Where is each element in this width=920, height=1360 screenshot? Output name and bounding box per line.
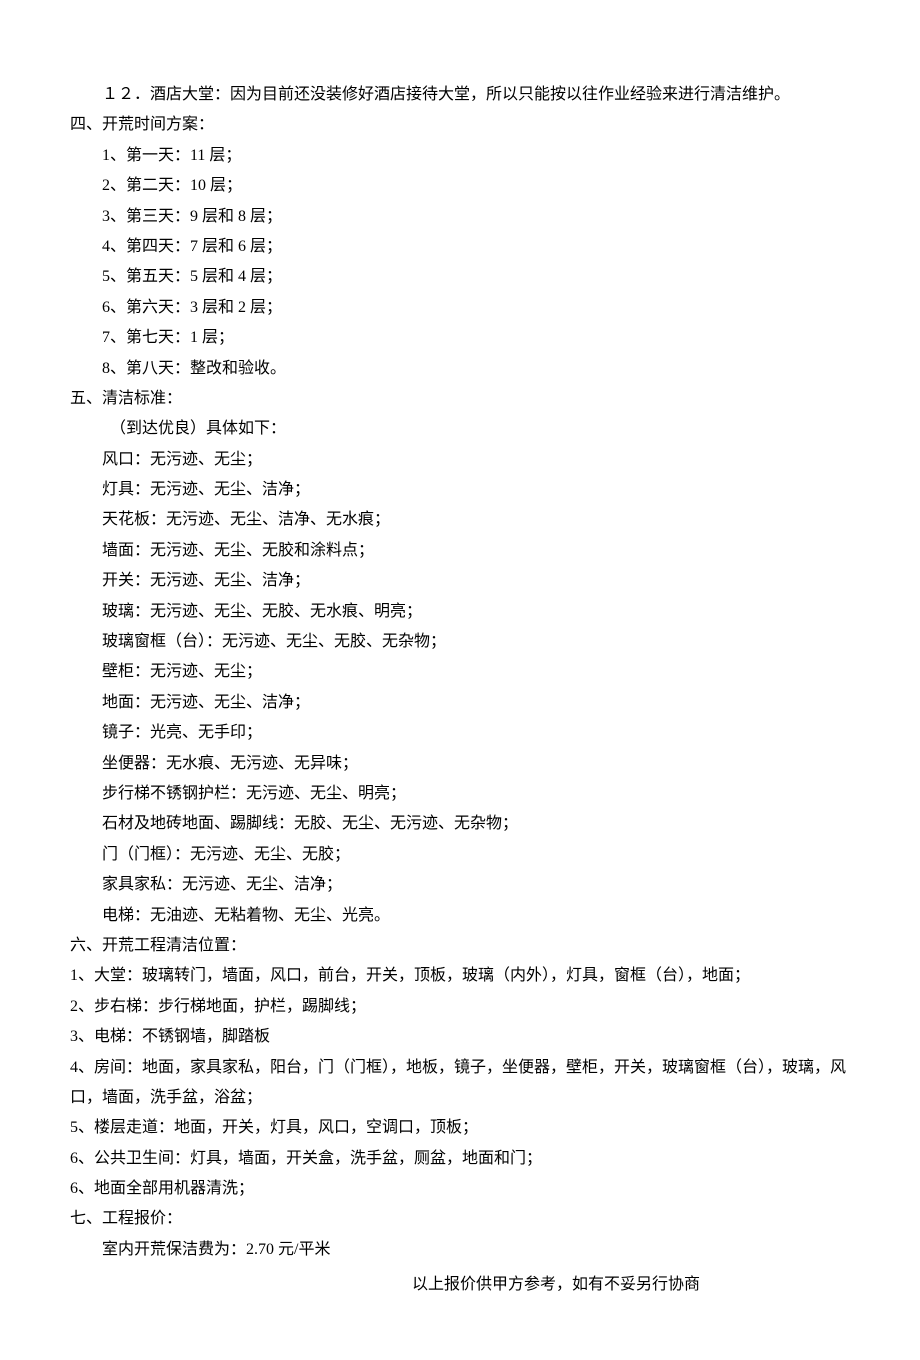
section3-item-12: １２．酒店大堂：因为目前还没装修好酒店接待大堂，所以只能按以往作业经验来进行清洁…: [70, 80, 850, 110]
section5-item: 镜子：光亮、无手印；: [70, 718, 850, 748]
section5-item: 壁柜：无污迹、无尘；: [70, 657, 850, 687]
section5-item: 石材及地砖地面、踢脚线：无胶、无尘、无污迹、无杂物；: [70, 809, 850, 839]
section5-item: 门（门框）：无污迹、无尘、无胶；: [70, 840, 850, 870]
section5-item: 风口：无污迹、无尘；: [70, 445, 850, 475]
section5-item: 天花板：无污迹、无尘、洁净、无水痕；: [70, 505, 850, 535]
section5-intro: （到达优良）具体如下：: [70, 414, 850, 444]
section4-item: 6、第六天：3 层和 2 层；: [70, 293, 850, 323]
section6-item: 4、房间：地面，家具家私，阳台，门（门框），地板，镜子，坐便器，壁柜，开关，玻璃…: [70, 1053, 850, 1114]
section6-item: 5、楼层走道：地面，开关，灯具，风口，空调口，顶板；: [70, 1113, 850, 1143]
section6-heading: 六、开荒工程清洁位置：: [70, 931, 850, 961]
section4-item: 2、第二天：10 层；: [70, 171, 850, 201]
section5-item: 灯具：无污迹、无尘、洁净；: [70, 475, 850, 505]
section5-item: 玻璃窗框（台）：无污迹、无尘、无胶、无杂物；: [70, 627, 850, 657]
section5-item: 开关：无污迹、无尘、洁净；: [70, 566, 850, 596]
section5-item: 墙面：无污迹、无尘、无胶和涂料点；: [70, 536, 850, 566]
section4-item: 1、第一天：11 层；: [70, 141, 850, 171]
section5-item: 地面：无污迹、无尘、洁净；: [70, 688, 850, 718]
section7-heading: 七、工程报价：: [70, 1204, 850, 1234]
section4-item: 5、第五天：5 层和 4 层；: [70, 262, 850, 292]
section5-item: 玻璃：无污迹、无尘、无胶、无水痕、明亮；: [70, 597, 850, 627]
section5-heading: 五、清洁标准：: [70, 384, 850, 414]
section4-item: 7、第七天：1 层；: [70, 323, 850, 353]
section6-item: 1、大堂：玻璃转门，墙面，风口，前台，开关，顶板，玻璃（内外），灯具，窗框（台）…: [70, 961, 850, 991]
section5-item: 电梯：无油迹、无粘着物、无尘、光亮。: [70, 901, 850, 931]
section6-item: 6、地面全部用机器清洗；: [70, 1174, 850, 1204]
section4-heading: 四、开荒时间方案：: [70, 110, 850, 140]
section4-item: 8、第八天：整改和验收。: [70, 354, 850, 384]
section4-item: 3、第三天：9 层和 8 层；: [70, 202, 850, 232]
section7-footer: 以上报价供甲方参考，如有不妥另行协商: [70, 1270, 850, 1300]
section6-item-4-line1: 4、房间：地面，家具家私，阳台，门（门框），地板，镜子，坐便器，壁柜，开关，玻璃…: [70, 1059, 846, 1106]
section6-item: 2、步右梯：步行梯地面，护栏，踢脚线；: [70, 992, 850, 1022]
section4-item: 4、第四天：7 层和 6 层；: [70, 232, 850, 262]
section6-item: 6、公共卫生间：灯具，墙面，开关盒，洗手盆，厕盆，地面和门；: [70, 1144, 850, 1174]
section5-item: 家具家私：无污迹、无尘、洁净；: [70, 870, 850, 900]
section6-item: 3、电梯：不锈钢墙，脚踏板: [70, 1022, 850, 1052]
section5-item: 步行梯不锈钢护栏：无污迹、无尘、明亮；: [70, 779, 850, 809]
section5-item: 坐便器：无水痕、无污迹、无异味；: [70, 749, 850, 779]
section7-line1: 室内开荒保洁费为：2.70 元/平米: [70, 1235, 850, 1265]
